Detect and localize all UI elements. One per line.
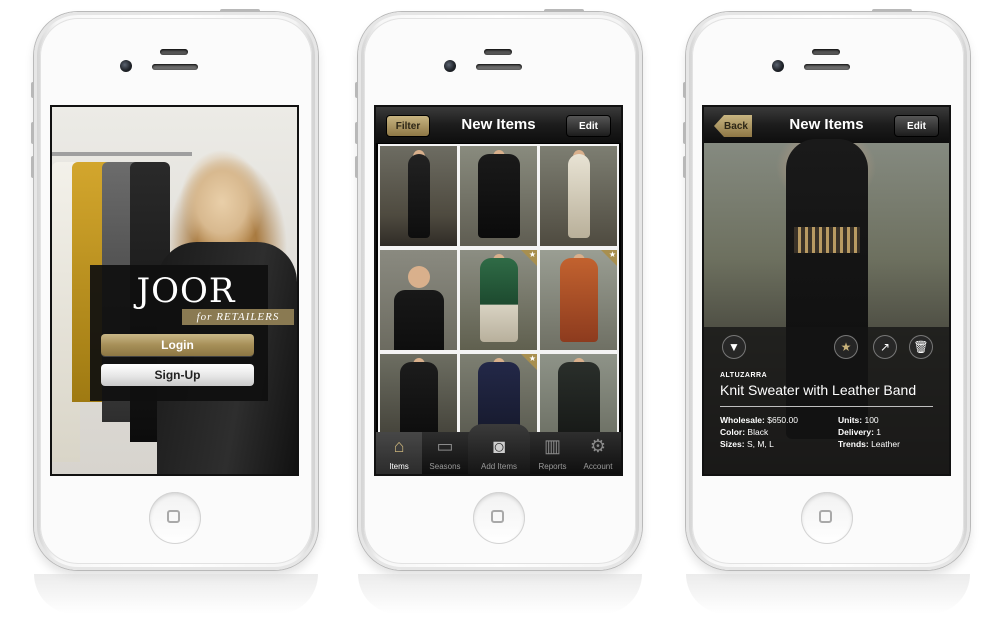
brand-name: ALTUZARRA xyxy=(720,372,768,379)
items-screen: Filter New Items Edit ★ ★ ★ ⌂ Items ▭ Se… xyxy=(376,107,621,474)
login-screen: JOOR for RETAILERS Login Sign-Up xyxy=(52,107,297,474)
spec-sizes: Sizes: S, M, L xyxy=(720,439,774,449)
grid-item[interactable] xyxy=(540,146,617,246)
star-badge-icon: ★ xyxy=(521,354,537,370)
star-badge-icon: ★ xyxy=(601,250,617,266)
product-name: Knit Sweater with Leather Band xyxy=(720,382,917,398)
tab-add-items[interactable]: ◙ Add Items xyxy=(468,432,530,474)
tab-label: Account xyxy=(583,462,613,471)
camera-icon: ◙ xyxy=(492,436,506,458)
items-grid: ★ ★ ★ xyxy=(378,144,619,454)
spec-delivery: Delivery: 1 xyxy=(838,427,882,437)
speaker-grille xyxy=(804,64,850,70)
phone-reflection xyxy=(34,574,318,614)
page-title: New Items xyxy=(789,116,864,133)
power-button xyxy=(872,9,912,12)
phone-items: Filter New Items Edit ★ ★ ★ ⌂ Items ▭ Se… xyxy=(355,9,642,570)
phone-reflection xyxy=(358,574,642,614)
phone-login: JOOR for RETAILERS Login Sign-Up xyxy=(31,9,318,570)
page-title: New Items xyxy=(461,116,536,133)
divider xyxy=(720,406,933,407)
speaker-grille xyxy=(152,64,198,70)
home-button[interactable] xyxy=(149,492,201,544)
grid-item-starred[interactable]: ★ xyxy=(460,250,537,350)
grid-item-starred[interactable]: ★ xyxy=(540,250,617,350)
login-button[interactable]: Login xyxy=(101,334,254,356)
spec-trends: Trends: Leather xyxy=(838,439,900,449)
front-camera xyxy=(772,60,784,72)
star-badge-icon: ★ xyxy=(521,250,537,266)
volume-down-button xyxy=(355,156,358,178)
mute-switch xyxy=(683,82,686,98)
speaker-grille xyxy=(476,64,522,70)
earpiece-slot xyxy=(160,49,188,55)
tab-seasons[interactable]: ▭ Seasons xyxy=(422,432,468,474)
back-button[interactable]: Back xyxy=(714,115,752,137)
tab-reports[interactable]: ▥ Reports xyxy=(530,432,575,474)
tab-items[interactable]: ⌂ Items xyxy=(376,432,422,474)
volume-up-button xyxy=(683,122,686,144)
tab-label: Reports xyxy=(538,462,567,471)
home-button[interactable] xyxy=(473,492,525,544)
tab-bar: ⌂ Items ▭ Seasons ◙ Add Items ▥ Reports … xyxy=(376,424,621,474)
mute-switch xyxy=(31,82,34,98)
earpiece-slot xyxy=(484,49,512,55)
power-button xyxy=(220,9,260,12)
chevron-down-icon[interactable]: ▼ xyxy=(722,335,746,359)
folder-icon: ▭ xyxy=(436,436,454,456)
hanger-icon: ⌂ xyxy=(393,436,405,456)
phone-reflection xyxy=(686,574,970,614)
mute-switch xyxy=(355,82,358,98)
filter-button[interactable]: Filter xyxy=(386,115,430,137)
home-button[interactable] xyxy=(801,492,853,544)
nav-bar: Filter New Items Edit xyxy=(376,107,621,144)
power-button xyxy=(544,9,584,12)
clothing-rail xyxy=(52,152,192,156)
edit-button[interactable]: Edit xyxy=(894,115,939,137)
front-camera xyxy=(444,60,456,72)
grid-item[interactable] xyxy=(380,146,457,246)
tab-label: Seasons xyxy=(429,462,461,471)
earpiece-slot xyxy=(812,49,840,55)
tab-account[interactable]: ⚙ Account xyxy=(575,432,621,474)
detail-screen: Back New Items Edit ▼ ★ ↗ 🗑 ALTUZARRA Kn… xyxy=(704,107,949,474)
tab-label: Add Items xyxy=(480,462,517,471)
grid-item[interactable] xyxy=(460,146,537,246)
phone-detail: Back New Items Edit ▼ ★ ↗ 🗑 ALTUZARRA Kn… xyxy=(683,9,970,570)
tagline: for RETAILERS xyxy=(182,309,294,325)
bar-chart-icon: ▥ xyxy=(543,436,562,456)
volume-down-button xyxy=(683,156,686,178)
leather-belt xyxy=(794,227,860,253)
tab-label: Items xyxy=(389,462,409,471)
star-icon[interactable]: ★ xyxy=(834,335,858,359)
volume-up-button xyxy=(355,122,358,144)
front-camera xyxy=(120,60,132,72)
share-icon[interactable]: ↗ xyxy=(873,335,897,359)
spec-color: Color: Black xyxy=(720,427,769,437)
signup-button[interactable]: Sign-Up xyxy=(101,364,254,386)
joor-logo: JOOR xyxy=(136,271,236,311)
grid-item[interactable] xyxy=(380,250,457,350)
spec-units: Units: 100 xyxy=(838,415,879,425)
gear-icon: ⚙ xyxy=(589,436,607,456)
edit-button[interactable]: Edit xyxy=(566,115,611,137)
trash-icon[interactable]: 🗑 xyxy=(909,335,933,359)
spec-wholesale: Wholesale: $650.00 xyxy=(720,415,798,425)
brand-panel: JOOR for RETAILERS Login Sign-Up xyxy=(90,265,294,401)
volume-down-button xyxy=(31,156,34,178)
volume-up-button xyxy=(31,122,34,144)
